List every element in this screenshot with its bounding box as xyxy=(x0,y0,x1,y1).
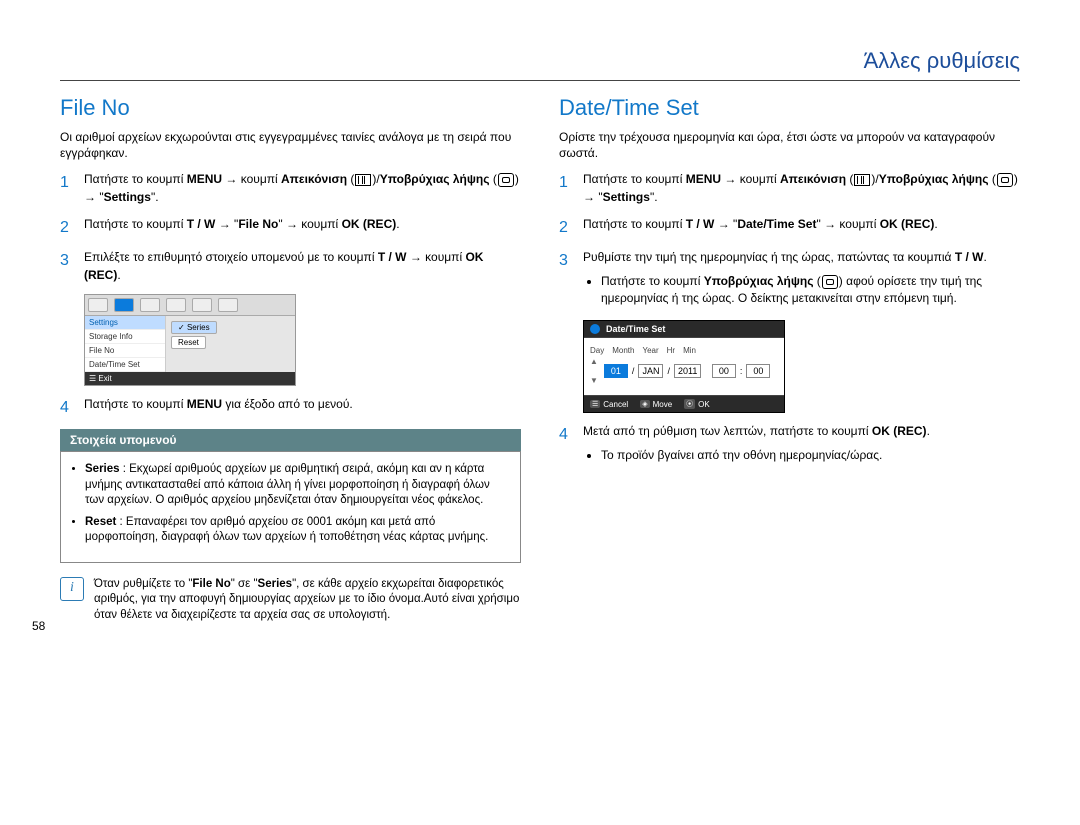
file-no-title: File No xyxy=(60,95,521,121)
mock-tab xyxy=(140,298,160,312)
step-number: 4 xyxy=(559,423,573,467)
mock-footer: ☰ Exit xyxy=(85,372,295,385)
mock-tab xyxy=(218,298,238,312)
mock-tab-active xyxy=(114,298,134,312)
mock-sidebar-settings: Settings xyxy=(85,316,165,330)
note-text: Όταν ρυθμίζετε το "File No" σε "Series",… xyxy=(94,577,521,624)
page-header: Άλλες ρυθμίσεις xyxy=(60,48,1020,81)
clock-icon xyxy=(590,324,600,334)
label-year: Year xyxy=(642,346,658,355)
submenu-series: Series : Εκχωρεί αριθμούς αρχείων με αρι… xyxy=(85,462,508,509)
field-hr: 00 xyxy=(712,364,736,378)
page-number: 58 xyxy=(32,619,45,633)
step-number: 2 xyxy=(559,216,573,239)
datetime-mock-ui: Date/Time Set Day Month Year Hr Min ▲ ▼ 0… xyxy=(583,320,785,413)
field-month: JAN xyxy=(638,364,663,378)
step-number: 1 xyxy=(60,171,74,206)
mock-tab xyxy=(192,298,212,312)
label-month: Month xyxy=(612,346,634,355)
mock-sidebar-fileno: File No xyxy=(85,344,165,358)
foot-cancel: Cancel xyxy=(603,400,628,409)
label-min: Min xyxy=(683,346,696,355)
underwater-icon xyxy=(822,275,838,289)
datetime-step-4-bullet: Το προϊόν βγαίνει από την οθόνη ημερομην… xyxy=(601,447,930,464)
chevron-down-icon: ▼ xyxy=(590,376,598,385)
mock-option-series: ✓ Series xyxy=(171,321,217,334)
mock-sidebar-datetime: Date/Time Set xyxy=(85,358,165,372)
step-number: 4 xyxy=(60,396,74,419)
mock-option-reset: Reset xyxy=(171,336,206,349)
file-no-step-3: Επιλέξτε το επιθυμητό στοιχείο υπομενού … xyxy=(84,249,521,284)
file-no-mock-ui: Settings Storage Info File No Date/Time … xyxy=(84,294,296,386)
mock-tab xyxy=(166,298,186,312)
left-column: File No Οι αριθμοί αρχείων εκχωρούνται σ… xyxy=(60,95,521,623)
note-box: i Όταν ρυθμίζετε το "File No" σε "Series… xyxy=(60,577,521,624)
step-number: 1 xyxy=(559,171,573,206)
mock2-title: Date/Time Set xyxy=(606,324,665,334)
menu-icon: ☰ xyxy=(590,400,600,408)
file-no-step-1: Πατήστε το κουμπί MENU → κουμπί Απεικόνι… xyxy=(84,171,521,206)
step-number: 3 xyxy=(559,249,573,310)
label-hr: Hr xyxy=(667,346,675,355)
file-no-intro: Οι αριθμοί αρχείων εκχωρούνται στις εγγε… xyxy=(60,129,521,161)
mock-tab xyxy=(88,298,108,312)
datetime-intro: Ορίστε την τρέχουσα ημερομηνία και ώρα, … xyxy=(559,129,1020,161)
move-icon: ◈ xyxy=(640,400,649,408)
ok-icon: ⦿ xyxy=(684,399,695,409)
file-no-step-4: Πατήστε το κουμπί MENU για έξοδο από το … xyxy=(84,396,353,419)
display-icon xyxy=(854,174,870,186)
note-icon: i xyxy=(60,577,84,601)
file-no-step-2: Πατήστε το κουμπί T / W → "File No" → κο… xyxy=(84,216,400,239)
datetime-step-2: Πατήστε το κουμπί T / W → "Date/Time Set… xyxy=(583,216,938,239)
step-number: 2 xyxy=(60,216,74,239)
label-day: Day xyxy=(590,346,604,355)
datetime-title: Date/Time Set xyxy=(559,95,1020,121)
datetime-step-3: Ρυθμίστε την τιμή της ημερομηνίας ή της … xyxy=(583,249,1020,310)
submenu-box: Series : Εκχωρεί αριθμούς αρχείων με αρι… xyxy=(60,451,521,563)
field-year: 2011 xyxy=(674,364,701,378)
submenu-header: Στοιχεία υπομενού xyxy=(60,429,521,451)
foot-move: Move xyxy=(653,400,673,409)
datetime-step-4: Μετά από τη ρύθμιση των λεπτών, πατήστε … xyxy=(583,423,930,467)
chevron-up-icon: ▲ xyxy=(590,357,598,366)
underwater-icon xyxy=(498,173,514,187)
foot-ok: OK xyxy=(698,400,710,409)
field-min: 00 xyxy=(746,364,770,378)
mock-sidebar-storage: Storage Info xyxy=(85,330,165,344)
submenu-reset: Reset : Επαναφέρει τον αριθμό αρχείου σε… xyxy=(85,515,508,546)
right-column: Date/Time Set Ορίστε την τρέχουσα ημερομ… xyxy=(559,95,1020,623)
field-day: 01 xyxy=(604,364,628,378)
datetime-step-3-bullet: Πατήστε το κουμπί Υποβρύχιας λήψης () αφ… xyxy=(601,273,1020,307)
step-number: 3 xyxy=(60,249,74,284)
datetime-step-1: Πατήστε το κουμπί MENU → κουμπί Απεικόνι… xyxy=(583,171,1020,206)
underwater-icon xyxy=(997,173,1013,187)
display-icon xyxy=(355,174,371,186)
